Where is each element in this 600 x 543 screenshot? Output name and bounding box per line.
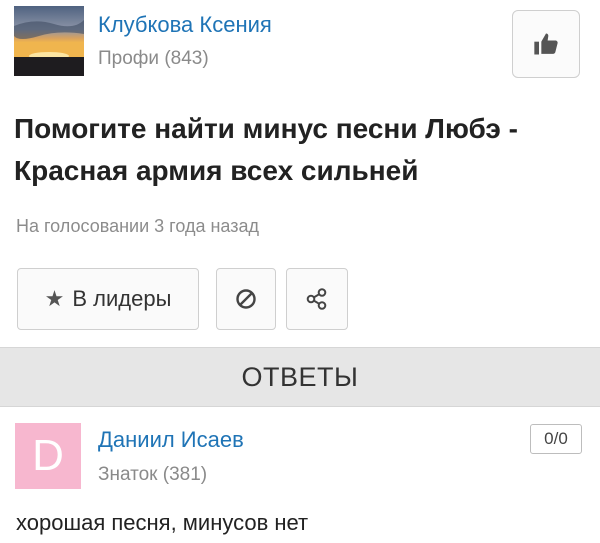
share-icon — [306, 288, 327, 310]
question-status: На голосовании 3 года назад — [16, 216, 259, 236]
block-icon — [236, 289, 256, 309]
thumbs-up-icon — [534, 33, 558, 55]
star-icon: ★ — [44, 286, 65, 311]
vote-count-badge[interactable]: 0/0 — [530, 424, 582, 454]
answer-avatar-letter: D — [32, 431, 64, 480]
answer-author-rank: Знаток (381) — [98, 464, 208, 485]
block-button[interactable] — [216, 268, 276, 330]
author-avatar[interactable] — [14, 6, 84, 76]
answers-header: ОТВЕТЫ — [0, 347, 600, 407]
author-name[interactable]: Клубкова Ксения — [98, 12, 272, 38]
sunset-photo — [14, 6, 84, 76]
answers-header-label: ОТВЕТЫ — [241, 361, 359, 392]
answer-text: хорошая песня, минусов нет — [16, 510, 309, 535]
answer-author-name[interactable]: Даниил Исаев — [98, 427, 244, 453]
leaders-label: В лидеры — [72, 286, 172, 311]
add-to-leaders-button[interactable]: ★ В лидеры — [17, 268, 199, 330]
question-title: Помогите найти минус песни Любэ - Красна… — [14, 113, 518, 186]
vote-count: 0/0 — [544, 429, 568, 448]
like-button[interactable] — [512, 10, 580, 78]
share-button[interactable] — [286, 268, 348, 330]
answer-avatar[interactable]: D — [15, 423, 81, 489]
author-rank: Профи (843) — [98, 48, 209, 69]
